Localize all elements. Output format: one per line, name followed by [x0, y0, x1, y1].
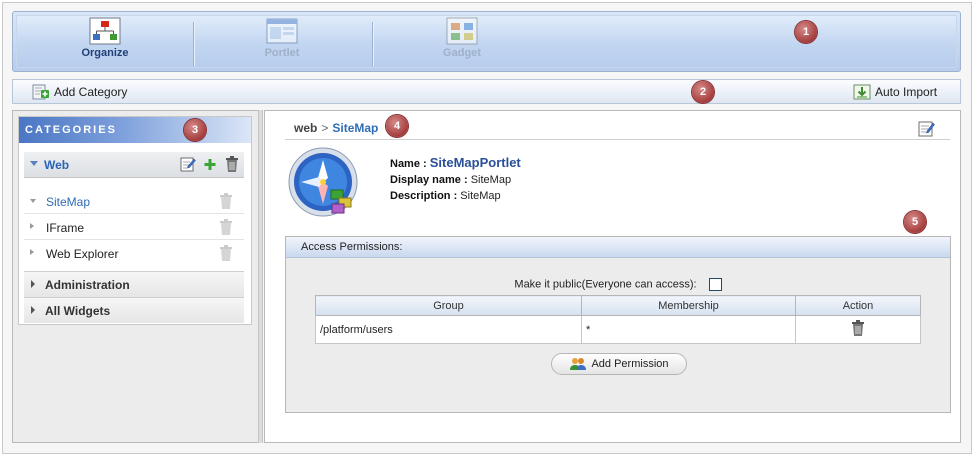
action-cell	[795, 315, 921, 344]
category-item-label: SiteMap	[46, 195, 91, 209]
category-item-sitemap[interactable]: SiteMap	[24, 189, 244, 214]
portlet-name: SiteMapPortlet	[429, 155, 521, 170]
category-web-label: Web	[44, 158, 70, 172]
edit-category-button[interactable]	[180, 155, 196, 173]
display-name-label: Display name :	[390, 174, 468, 186]
name-label: Name :	[390, 158, 427, 170]
trash-icon	[226, 156, 238, 172]
portlet-detail-panel: web > SiteMap Name : SiteMapPortlet Displa…	[264, 110, 961, 443]
edit-icon	[180, 157, 196, 172]
portlet-name-row: Name : SiteMapPortlet	[390, 155, 521, 172]
breadcrumb-divider	[285, 139, 950, 140]
app-portlet[interactable]: Portlet	[217, 17, 347, 59]
make-public-label: Make it public(Everyone can access):	[514, 278, 697, 291]
app-switcher-bar: Organize Portlet Gadget	[12, 11, 961, 72]
trash-icon[interactable]	[850, 319, 866, 337]
add-portlet-button[interactable]	[202, 155, 218, 173]
add-category-button[interactable]: Add Category	[32, 83, 127, 101]
gadget-grid-icon	[446, 17, 478, 45]
category-item-label: Web Explorer	[46, 247, 119, 261]
membership-cell: *	[581, 315, 796, 344]
add-category-label: Add Category	[54, 85, 128, 99]
chevron-down-icon	[30, 199, 36, 203]
auto-import-icon	[853, 84, 871, 100]
app-portlet-label: Portlet	[264, 47, 300, 59]
trash-icon[interactable]	[218, 192, 234, 210]
display-name-value: SiteMap	[470, 174, 512, 186]
sitemap-compass-icon	[288, 147, 358, 217]
category-item-iframe[interactable]: IFrame	[24, 215, 244, 240]
add-permission-label: Add Permission	[591, 358, 669, 370]
categories-panel: CATEGORIES Web SiteMap IFrame Web Explor…	[12, 110, 260, 443]
category-all-widgets[interactable]: All Widgets	[24, 297, 244, 323]
auto-import-button[interactable]: Auto Import	[853, 83, 937, 101]
callout-badge-5: 5	[904, 211, 926, 233]
column-header-group: Group	[315, 295, 582, 316]
panel-resize-handle[interactable]	[258, 110, 263, 443]
category-administration[interactable]: Administration	[24, 271, 244, 297]
description-value: SiteMap	[460, 190, 501, 202]
chevron-right-icon	[31, 280, 35, 288]
breadcrumb-separator: >	[321, 121, 329, 135]
add-permission-button[interactable]: Add Permission	[551, 353, 687, 375]
callout-badge-2: 2	[692, 81, 714, 103]
chevron-right-icon	[31, 306, 35, 314]
chevron-right-icon	[30, 223, 34, 229]
category-all-widgets-label: All Widgets	[45, 304, 111, 318]
organize-hierarchy-icon	[89, 17, 121, 45]
table-row: /platform/users *	[315, 315, 921, 344]
table-header-row: Group Membership Action	[315, 295, 921, 316]
app-organize-label: Organize	[81, 47, 129, 59]
column-header-membership: Membership	[581, 295, 796, 316]
portlet-info: Name : SiteMapPortlet Display name : Sit…	[390, 155, 521, 204]
category-administration-label: Administration	[45, 278, 130, 292]
callout-badge-3: 3	[184, 119, 206, 141]
chevron-down-icon	[30, 161, 38, 166]
category-item-web-explorer[interactable]: Web Explorer	[24, 241, 244, 266]
make-public-row: Make it public(Everyone can access):	[286, 278, 950, 291]
trash-icon[interactable]	[218, 218, 234, 236]
column-header-action: Action	[795, 295, 921, 316]
group-cell: /platform/users	[315, 315, 582, 344]
category-web[interactable]: Web	[24, 152, 244, 178]
delete-category-button[interactable]	[224, 155, 240, 173]
app-gadget[interactable]: Gadget	[397, 17, 527, 59]
chevron-right-icon	[30, 249, 34, 255]
callout-badge-1: 1	[795, 21, 817, 43]
categories-header: CATEGORIES	[19, 117, 251, 143]
app-organize[interactable]: Organize	[40, 17, 170, 59]
portlet-window-icon	[266, 18, 298, 44]
trash-icon[interactable]	[218, 244, 234, 262]
plus-icon	[204, 159, 216, 170]
app-gadget-label: Gadget	[443, 47, 481, 59]
edit-icon[interactable]	[918, 119, 936, 137]
breadcrumb: web > SiteMap	[294, 121, 378, 135]
description-label: Description :	[390, 190, 458, 202]
display-name-row: Display name : SiteMap	[390, 172, 521, 188]
breadcrumb-root[interactable]: web	[294, 121, 317, 135]
category-toolbar: Add Category Auto Import	[12, 79, 961, 104]
users-add-icon	[570, 358, 587, 370]
breadcrumb-current: SiteMap	[332, 121, 379, 135]
categories-box: CATEGORIES Web SiteMap IFrame Web Explor…	[18, 116, 252, 325]
access-permissions-title: Access Permissions:	[286, 237, 950, 258]
permissions-table: Group Membership Action /platform/users …	[315, 295, 921, 344]
make-public-checkbox[interactable]	[708, 278, 722, 291]
access-permissions-panel: Access Permissions: Make it public(Every…	[285, 236, 951, 413]
app-separator	[193, 22, 195, 66]
app-separator	[372, 22, 374, 66]
add-category-icon	[32, 84, 49, 100]
auto-import-label: Auto Import	[875, 85, 938, 99]
category-web-actions	[180, 155, 240, 173]
callout-badge-4: 4	[386, 115, 408, 137]
description-row: Description : SiteMap	[390, 188, 521, 204]
category-item-label: IFrame	[46, 221, 85, 235]
